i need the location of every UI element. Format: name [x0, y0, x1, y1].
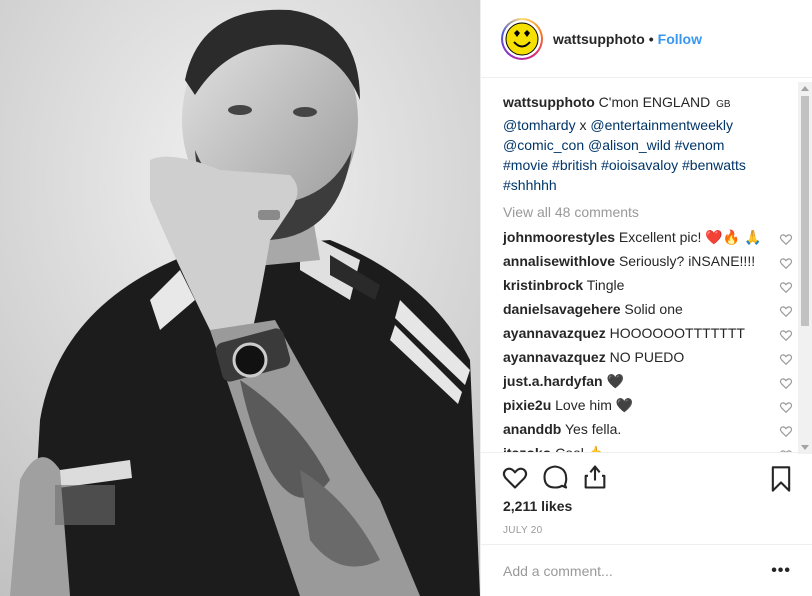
caption-text: C'mon ENGLAND [598, 94, 711, 110]
comments-scrollbar[interactable] [798, 82, 812, 454]
small-heart-icon[interactable] [779, 255, 793, 270]
comment-username[interactable]: itszoko [503, 445, 551, 452]
small-heart-icon[interactable] [779, 399, 793, 414]
small-heart-icon[interactable] [779, 351, 793, 366]
comment-row: just.a.hardyfan 🖤 [503, 371, 793, 391]
comment-username[interactable]: ayannavazquez [503, 325, 606, 341]
comment-username[interactable]: danielsavagehere [503, 301, 621, 317]
avatar[interactable] [501, 17, 543, 60]
comment-text: Excellent pic! ❤️🔥 🙏 [618, 229, 762, 245]
caption-link[interactable]: #movie [503, 157, 548, 173]
comment-rows: johnmoorestyles Excellent pic! ❤️🔥 🙏 anna… [503, 227, 793, 452]
more-options-icon[interactable]: ••• [771, 563, 791, 579]
caption: wattsupphoto C'mon ENGLAND GB @tomhardy … [503, 92, 773, 195]
comment-username[interactable]: ananddb [503, 421, 561, 437]
comment-text: Love him 🖤 [555, 397, 634, 413]
comment-text: Solid one [624, 301, 683, 317]
view-all-comments-link[interactable]: View all 48 comments [503, 203, 773, 221]
scrollbar-thumb[interactable] [801, 96, 809, 326]
post-date[interactable]: JULY 20 [503, 525, 543, 536]
comment-username[interactable]: kristinbrock [503, 277, 583, 293]
comment-row: annalisewithlove Seriously? iNSANE!!!! [503, 251, 793, 271]
caption-link[interactable]: #oioisavaloy [601, 157, 678, 173]
caption-link[interactable]: #shhhhh [503, 177, 557, 193]
comment-username[interactable]: just.a.hardyfan [503, 373, 603, 389]
comment-username[interactable]: pixie2u [503, 397, 551, 413]
small-heart-icon[interactable] [779, 327, 793, 342]
caption-tags: @tomhardy x @entertainmentweekly @comic_… [503, 117, 746, 193]
smiley-face-icon [505, 22, 539, 55]
comment-row: itszoko Cool 🤙 [503, 443, 792, 452]
flag-text: GB [716, 99, 731, 110]
comments-list[interactable]: wattsupphoto C'mon ENGLAND GB @tomhardy … [481, 80, 812, 452]
add-comment-input[interactable] [503, 562, 743, 579]
caption-link[interactable]: #british [552, 157, 597, 173]
scroll-up-arrow-icon[interactable] [801, 86, 809, 91]
comment-text: Yes fella. [564, 421, 622, 437]
comment-row: ayannavazquez NO PUEDO [503, 347, 793, 367]
caption-link[interactable]: @entertainmentweekly [590, 117, 733, 133]
comment-row: ananddb Yes fella. [503, 419, 793, 439]
caption-username[interactable]: wattsupphoto [503, 94, 595, 110]
scroll-down-arrow-icon[interactable] [801, 445, 809, 450]
caption-link[interactable]: @tomhardy [503, 117, 576, 133]
comment-row: pixie2u Love him 🖤 [503, 395, 793, 415]
comment-text: HOOOOOOTTTTTTT [609, 325, 745, 341]
comment-text: Seriously? iNSANE!!!! [618, 253, 756, 269]
header-separator: • [648, 30, 654, 47]
portrait-photo [0, 0, 480, 596]
comment-bubble-icon[interactable] [541, 463, 569, 491]
post-header: wattsupphoto • Follow [481, 0, 812, 78]
small-heart-icon[interactable] [779, 303, 793, 318]
comment-row: danielsavagehere Solid one [503, 299, 793, 319]
comment-text: Cool 🤙 [555, 445, 605, 452]
post-side-panel: wattsupphoto • Follow wattsupphoto C'mon… [480, 0, 812, 596]
heart-icon[interactable] [501, 463, 529, 491]
caption-link[interactable]: @alison_wild [588, 137, 671, 153]
bookmark-icon[interactable] [767, 465, 795, 493]
likes-count[interactable]: 2,211 likes [503, 498, 572, 514]
header-username[interactable]: wattsupphoto [553, 31, 645, 47]
comment-username[interactable]: ayannavazquez [503, 349, 606, 365]
comment-row: kristinbrock Tingle [503, 275, 793, 295]
caption-link[interactable]: @comic_con [503, 137, 584, 153]
comment-row: ayannavazquez HOOOOOOTTTTTTT [503, 323, 793, 343]
caption-text-fragment: x [575, 117, 591, 133]
comment-username[interactable]: johnmoorestyles [503, 229, 615, 245]
comment-text: 🖤 [606, 373, 624, 389]
comment-username[interactable]: annalisewithlove [503, 253, 615, 269]
caption-link[interactable]: #venom [675, 137, 725, 153]
small-heart-icon[interactable] [779, 231, 793, 246]
post-image[interactable] [0, 0, 480, 596]
small-heart-icon[interactable] [779, 423, 793, 438]
caption-link[interactable]: #benwatts [682, 157, 746, 173]
add-comment-bar: ••• [481, 544, 812, 596]
comment-row: johnmoorestyles Excellent pic! ❤️🔥 🙏 [503, 227, 793, 247]
follow-button[interactable]: Follow [658, 31, 702, 47]
small-heart-icon[interactable] [779, 279, 793, 294]
small-heart-icon[interactable] [779, 375, 793, 390]
comment-text: NO PUEDO [609, 349, 685, 365]
share-icon[interactable] [581, 463, 609, 491]
comment-text: Tingle [586, 277, 625, 293]
